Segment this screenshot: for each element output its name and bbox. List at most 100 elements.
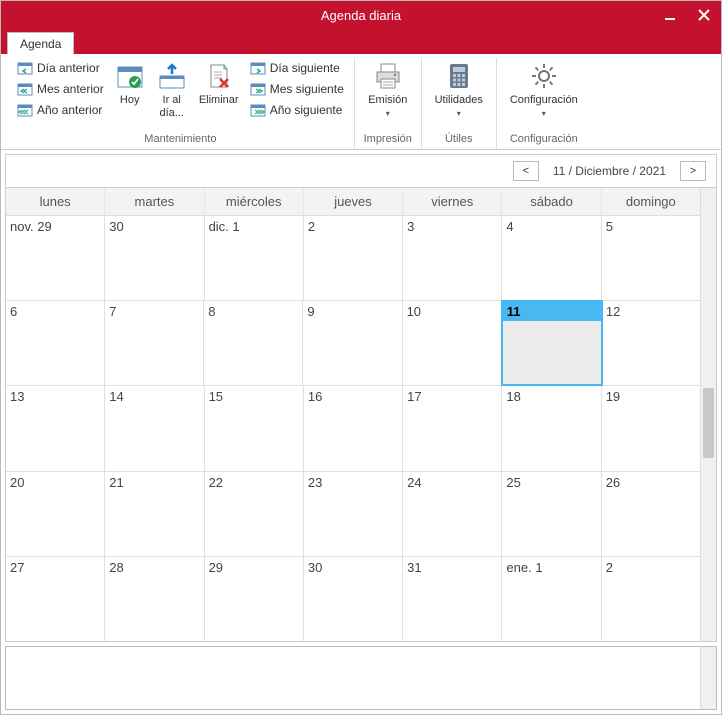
day-cell[interactable]: 12 (602, 301, 700, 385)
ribbon-group-utiles: Utilidades ▾ Útiles (422, 58, 497, 149)
day-cell[interactable]: 5 (602, 216, 700, 300)
day-cell[interactable]: 31 (403, 557, 502, 641)
day-cell[interactable]: 2 (602, 557, 700, 641)
next-day-button[interactable]: Día siguiente (246, 58, 348, 78)
delete-label: Eliminar (199, 94, 239, 107)
day-number: 19 (606, 389, 620, 404)
notes-scrollbar[interactable] (700, 647, 716, 709)
goto-day-button[interactable]: Ir al día... (152, 58, 192, 122)
tab-agenda[interactable]: Agenda (7, 32, 74, 55)
day-cell[interactable]: 3 (403, 216, 502, 300)
day-cell[interactable]: ene. 1 (502, 557, 601, 641)
delete-button[interactable]: Eliminar (194, 58, 244, 109)
today-button[interactable]: Hoy (110, 58, 150, 109)
configuracion-button[interactable]: Configuración ▾ (503, 58, 585, 120)
day-number: 2 (308, 219, 315, 234)
week-row: 27 28 29 30 31 ene. 12 (6, 557, 700, 641)
weekday-header: lunes martes miércoles jueves viernes sá… (6, 188, 700, 216)
day-cell[interactable]: 11 (501, 300, 603, 386)
prev-day-button[interactable]: Día anterior (13, 58, 108, 78)
week-row: nov. 29 30 dic. 1 2 345 (6, 216, 700, 301)
day-number: 29 (209, 560, 223, 575)
calendar-prev-month-icon (17, 81, 33, 97)
prev-year-button[interactable]: Año anterior (13, 100, 108, 120)
day-number: 11 (503, 302, 601, 321)
app-window: Agenda diaria Agenda (0, 0, 722, 715)
today-label: Hoy (120, 94, 140, 107)
day-cell[interactable]: 4 (502, 216, 601, 300)
day-cell[interactable]: 17 (403, 386, 502, 470)
weekday-col: lunes (6, 188, 105, 215)
day-cell[interactable]: 8 (204, 301, 303, 385)
weekday-col: viernes (403, 188, 502, 215)
utilidades-button[interactable]: Utilidades ▾ (428, 58, 490, 120)
day-cell[interactable]: 23 (304, 472, 403, 556)
group-label-configuracion: Configuración (510, 131, 578, 149)
day-cell[interactable]: 19 (602, 386, 700, 470)
day-number: 30 (109, 219, 123, 234)
day-cell[interactable]: 30 (105, 216, 204, 300)
day-cell[interactable]: 25 (502, 472, 601, 556)
weekday-col: miércoles (205, 188, 304, 215)
next-month-button[interactable]: Mes siguiente (246, 79, 348, 99)
prev-month-button[interactable]: Mes anterior (13, 79, 108, 99)
day-cell[interactable]: 9 (303, 301, 402, 385)
day-number: 16 (308, 389, 322, 404)
group-label-mantenimiento: Mantenimiento (144, 131, 216, 149)
goto-day-icon (156, 60, 188, 92)
scrollbar-thumb[interactable] (703, 388, 714, 458)
prev-day-label: Día anterior (37, 61, 100, 75)
ribbon-group-impresion: Emisión ▾ Impresión (355, 58, 422, 149)
day-cell[interactable]: 16 (304, 386, 403, 470)
next-year-label: Año siguiente (270, 103, 343, 117)
minimize-button[interactable] (657, 5, 683, 25)
calendar-prev-day-icon (17, 60, 33, 76)
day-cell[interactable]: dic. 1 (205, 216, 304, 300)
emision-button[interactable]: Emisión ▾ (361, 58, 415, 120)
day-number: dic. 1 (209, 219, 240, 234)
day-cell[interactable]: 28 (105, 557, 204, 641)
day-cell[interactable]: 21 (105, 472, 204, 556)
day-number: 14 (109, 389, 123, 404)
calendar-scrollbar[interactable] (700, 188, 716, 641)
day-cell[interactable]: 10 (403, 301, 502, 385)
day-number: 6 (10, 304, 17, 319)
day-cell[interactable]: 2 (304, 216, 403, 300)
next-year-button[interactable]: Año siguiente (246, 100, 348, 120)
day-number: 31 (407, 560, 421, 575)
next-period-button[interactable]: > (680, 161, 706, 181)
notes-input[interactable] (6, 647, 700, 709)
delete-icon (203, 60, 235, 92)
day-cell[interactable]: 20 (6, 472, 105, 556)
week-row: 6 789101112 (6, 301, 700, 386)
day-cell[interactable]: 6 (6, 301, 105, 385)
day-cell[interactable]: 15 (205, 386, 304, 470)
day-number: 22 (209, 475, 223, 490)
day-cell[interactable]: 7 (105, 301, 204, 385)
goto-day-label: Ir al día... (154, 94, 190, 120)
day-cell[interactable]: 30 (304, 557, 403, 641)
day-cell[interactable]: 22 (205, 472, 304, 556)
day-cell[interactable]: nov. 29 (6, 216, 105, 300)
day-cell[interactable]: 14 (105, 386, 204, 470)
day-cell[interactable]: 26 (602, 472, 700, 556)
day-cell[interactable]: 27 (6, 557, 105, 641)
tab-strip: Agenda (1, 29, 721, 54)
next-month-label: Mes siguiente (270, 82, 344, 96)
weekday-col: jueves (304, 188, 403, 215)
day-number: 27 (10, 560, 24, 575)
day-cell[interactable]: 29 (205, 557, 304, 641)
ribbon: Día anterior Mes anterior Año anterior (1, 54, 721, 150)
day-cell[interactable]: 18 (502, 386, 601, 470)
day-number: 24 (407, 475, 421, 490)
day-cell[interactable]: 24 (403, 472, 502, 556)
day-number: 20 (10, 475, 24, 490)
ribbon-group-mantenimiento: Día anterior Mes anterior Año anterior (7, 58, 355, 149)
day-number: nov. 29 (10, 219, 52, 234)
close-button[interactable] (691, 5, 717, 25)
week-row: 13 14 15 16 1718 19 (6, 386, 700, 471)
prev-period-button[interactable]: < (513, 161, 539, 181)
day-cell[interactable]: 13 (6, 386, 105, 470)
current-date-label: 11 / Diciembre / 2021 (547, 164, 672, 178)
day-number: 30 (308, 560, 322, 575)
